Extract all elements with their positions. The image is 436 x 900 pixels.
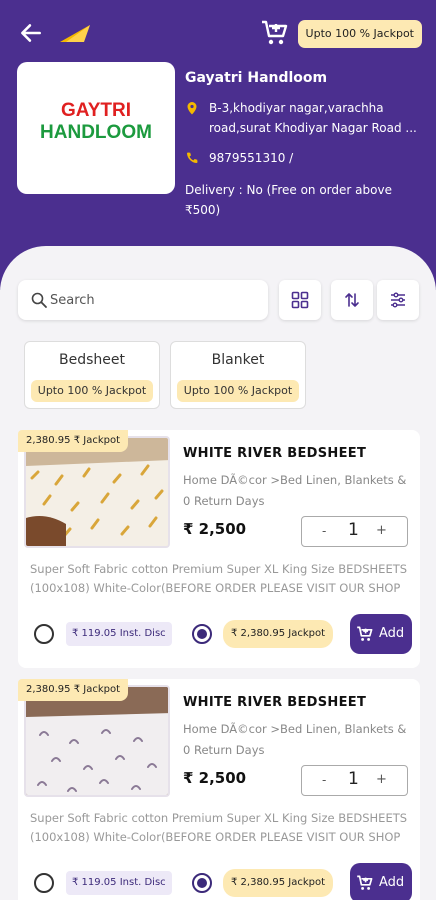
category-blanket[interactable]: Blanket Upto 100 % Jackpot	[170, 341, 306, 409]
delivery-info: Delivery : No (Free on order above ₹500)	[185, 183, 392, 217]
inst-disc-label: ₹ 119.05 Inst. Disc	[66, 622, 172, 646]
product-price: ₹ 2,500	[183, 520, 247, 538]
inst-disc-radio[interactable]	[34, 873, 54, 893]
grid-view-button[interactable]	[279, 280, 321, 320]
quantity-stepper: - 1 +	[301, 516, 408, 547]
search-icon	[31, 292, 47, 308]
add-button-label: Add	[379, 875, 405, 890]
jackpot-label: ₹ 2,380.95 Jackpot	[223, 620, 334, 648]
bedsheet-image	[26, 438, 168, 546]
qty-plus-button[interactable]: +	[376, 523, 387, 538]
back-arrow-icon[interactable]	[18, 20, 44, 46]
search-box[interactable]	[18, 280, 268, 320]
product-jackpot-badge: 2,380.95 ₹ Jackpot	[18, 430, 129, 452]
store-logo-line2: HANDLOOM	[40, 122, 152, 143]
store-name: Gayatri Handloom	[185, 70, 328, 86]
location-pin-icon	[187, 102, 197, 115]
product-image[interactable]	[24, 436, 170, 548]
product-card[interactable]: 2,380.95 ₹ Jackpot WHITE RIVER BEDSHEET …	[18, 679, 420, 900]
product-title: WHITE RIVER BEDSHEET	[183, 446, 367, 461]
cart-add-icon	[357, 626, 373, 641]
jackpot-label: ₹ 2,380.95 Jackpot	[223, 869, 334, 897]
add-to-cart-button[interactable]: Add	[350, 614, 412, 654]
product-category: Home DÃ©cor >Bed Linen, Blankets & 0 Ret…	[183, 473, 407, 508]
qty-value: 1	[348, 769, 359, 789]
product-jackpot-badge: 2,380.95 ₹ Jackpot	[18, 679, 129, 701]
store-phone-row[interactable]: 9879551310 /	[185, 148, 425, 168]
jackpot-radio[interactable]	[192, 624, 212, 644]
store-address-row: B-3,khodiyar nagar,varachha road,surat K…	[185, 98, 425, 138]
store-address: B-3,khodiyar nagar,varachha road,surat K…	[209, 101, 417, 135]
jackpot-radio[interactable]	[192, 873, 212, 893]
store-info: Gayatri Handloom B-3,khodiyar nagar,vara…	[185, 70, 425, 220]
store-logo-line1: GAYTRI	[60, 100, 132, 121]
top-bar: Upto 100 % Jackpot	[14, 14, 422, 52]
add-to-cart-button[interactable]: Add	[350, 863, 412, 900]
jackpot-pill[interactable]: Upto 100 % Jackpot	[297, 20, 422, 48]
product-price: ₹ 2,500	[183, 769, 247, 787]
cart-add-icon[interactable]	[260, 18, 290, 48]
inst-disc-label: ₹ 119.05 Inst. Disc	[66, 871, 172, 895]
store-logo: GAYTRI HANDLOOM	[17, 62, 175, 194]
filter-button[interactable]	[377, 280, 419, 320]
sort-button[interactable]	[331, 280, 373, 320]
category-jackpot-badge: Upto 100 % Jackpot	[31, 380, 153, 402]
main-content: Bedsheet Upto 100 % Jackpot Blanket Upto…	[0, 246, 436, 900]
category-bedsheet[interactable]: Bedsheet Upto 100 % Jackpot	[24, 341, 160, 409]
qty-minus-button[interactable]: -	[322, 524, 326, 538]
quantity-stepper: - 1 +	[301, 765, 408, 796]
category-jackpot-badge: Upto 100 % Jackpot	[177, 380, 299, 402]
phone-icon	[187, 152, 198, 163]
product-image[interactable]	[24, 685, 170, 797]
qty-value: 1	[348, 520, 359, 540]
product-description: Super Soft Fabric cotton Premium Super X…	[30, 811, 408, 844]
inst-disc-radio[interactable]	[34, 624, 54, 644]
product-title: WHITE RIVER BEDSHEET	[183, 695, 367, 710]
bedsheet-image	[26, 687, 168, 795]
cart-add-icon	[357, 875, 373, 890]
add-button-label: Add	[379, 626, 405, 641]
store-phone[interactable]: 9879551310 /	[209, 151, 293, 165]
product-card[interactable]: 2,380.95 ₹ Jackpot WHITE RIVER BEDSHEET …	[18, 430, 420, 668]
product-description: Super Soft Fabric cotton Premium Super X…	[30, 562, 408, 595]
qty-minus-button[interactable]: -	[322, 773, 326, 787]
qty-plus-button[interactable]: +	[376, 772, 387, 787]
brand-logo-icon	[60, 25, 90, 42]
category-name: Bedsheet	[59, 352, 125, 368]
category-name: Blanket	[211, 352, 265, 368]
product-category: Home DÃ©cor >Bed Linen, Blankets & 0 Ret…	[183, 722, 407, 757]
filter-icon	[391, 292, 405, 308]
grid-view-icon	[291, 291, 309, 309]
search-input[interactable]	[50, 288, 250, 312]
sort-icon	[345, 293, 359, 307]
